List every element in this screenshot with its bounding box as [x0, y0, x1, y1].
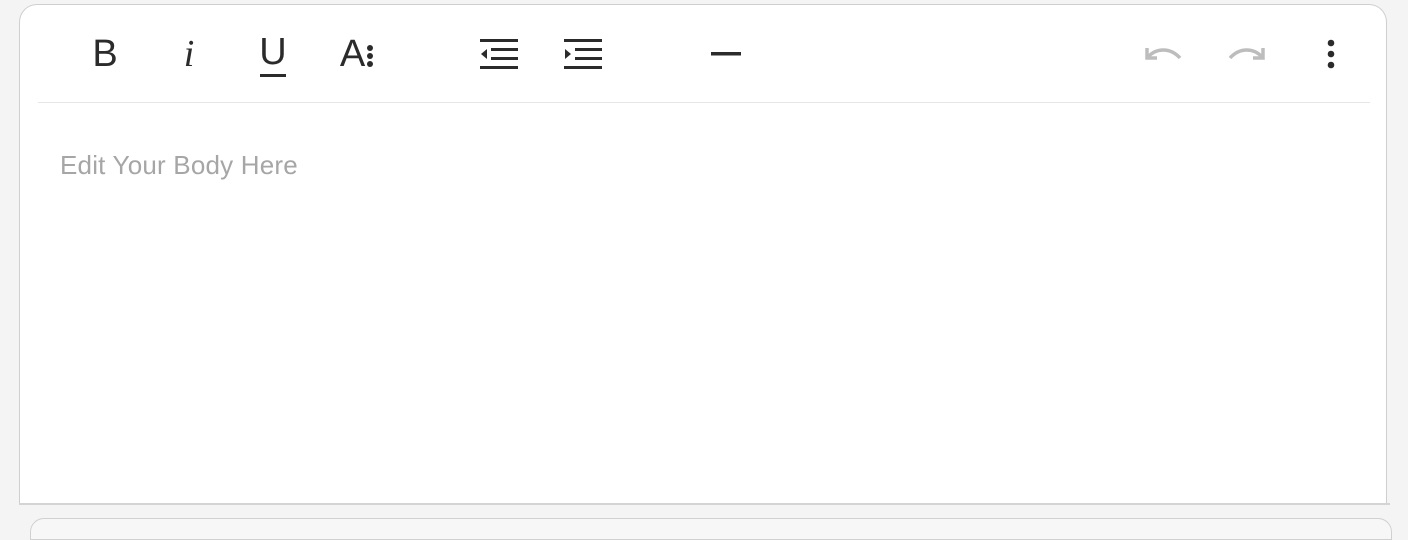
undo-icon: [1145, 48, 1182, 60]
underline-button[interactable]: U: [248, 29, 298, 79]
outdent-button[interactable]: [474, 29, 524, 79]
editor-placeholder: Edit Your Body Here: [60, 150, 298, 180]
undo-button[interactable]: [1138, 29, 1188, 79]
underline-icon: U: [259, 31, 287, 77]
outdent-icon: [480, 39, 518, 69]
font-size-icon: A: [340, 35, 374, 73]
italic-button[interactable]: i: [164, 29, 214, 79]
indent-icon: [564, 39, 602, 69]
more-vertical-icon: [1327, 39, 1335, 69]
redo-icon: [1228, 48, 1265, 60]
more-options-button[interactable]: [1306, 29, 1356, 79]
editor-bottom-border: [19, 503, 1390, 505]
editor-body[interactable]: Edit Your Body Here: [60, 150, 1350, 181]
font-size-letter: A: [339, 33, 366, 75]
italic-icon: i: [183, 33, 195, 75]
horizontal-rule-icon: [711, 52, 741, 56]
rich-text-editor: B i U A Edit Your Body Here: [19, 4, 1387, 504]
redo-button[interactable]: [1222, 29, 1272, 79]
horizontal-rule-button[interactable]: [701, 29, 751, 79]
font-size-button[interactable]: A: [332, 29, 382, 79]
next-panel-edge: [30, 518, 1392, 540]
bold-icon: B: [92, 33, 118, 75]
font-size-dots: [367, 45, 374, 67]
indent-button[interactable]: [558, 29, 608, 79]
bold-button[interactable]: B: [80, 29, 130, 79]
editor-toolbar: B i U A: [38, 5, 1370, 103]
